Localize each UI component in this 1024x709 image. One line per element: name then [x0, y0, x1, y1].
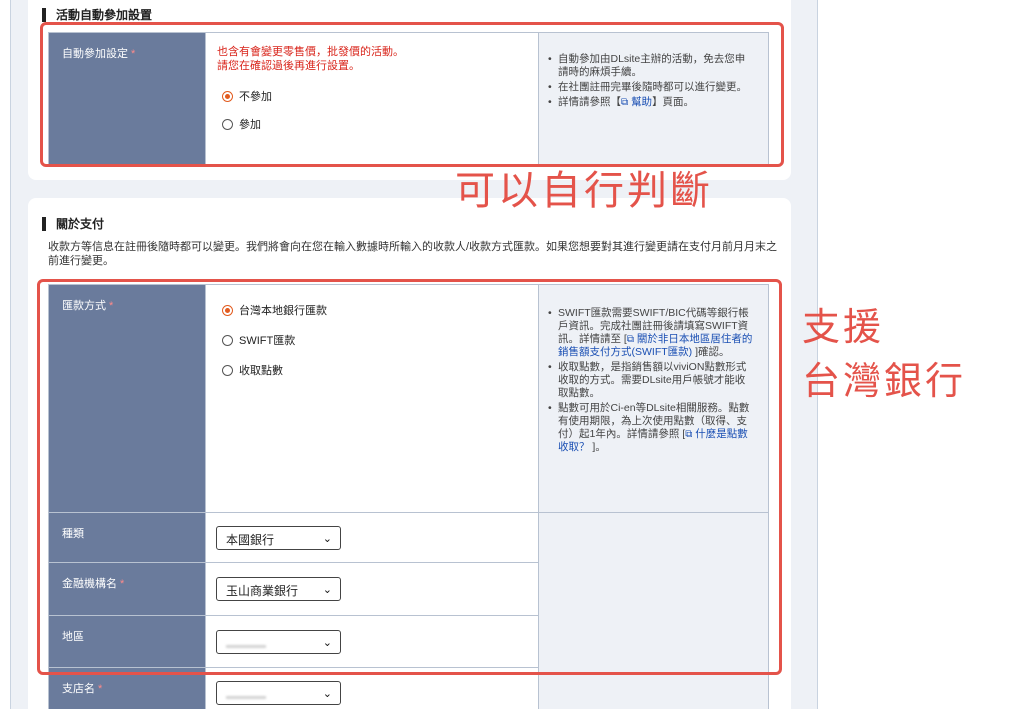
- branch-label-text: 支店名: [62, 683, 95, 695]
- page: 活動自動參加設置 自動參加設定 * 也含有會變更零售價，批發價的活動。 請您在確認…: [0, 0, 1024, 709]
- annotation-taiwan-bank: 支援 台灣銀行: [802, 300, 966, 408]
- blurred-value: [226, 696, 266, 699]
- required-mark: *: [98, 683, 103, 695]
- highlight-box-auto: [40, 22, 784, 167]
- highlight-box-payment: [37, 279, 782, 675]
- chevron-down-icon: ⌄: [322, 688, 332, 700]
- auto-participation-title: 活動自動參加設置: [42, 8, 152, 22]
- annotation-line-1: 支援: [802, 305, 885, 349]
- annotation-judge: 可以自行判斷: [455, 168, 713, 214]
- annotation-line-2: 台灣銀行: [802, 359, 967, 403]
- branch-select[interactable]: ⌄: [216, 681, 341, 705]
- payment-title: 關於支付: [42, 217, 104, 231]
- payment-description: 收款方等信息在註冊後隨時都可以變更。我們將會向在您在輸入數據時所輸入的收款人/收…: [48, 241, 778, 267]
